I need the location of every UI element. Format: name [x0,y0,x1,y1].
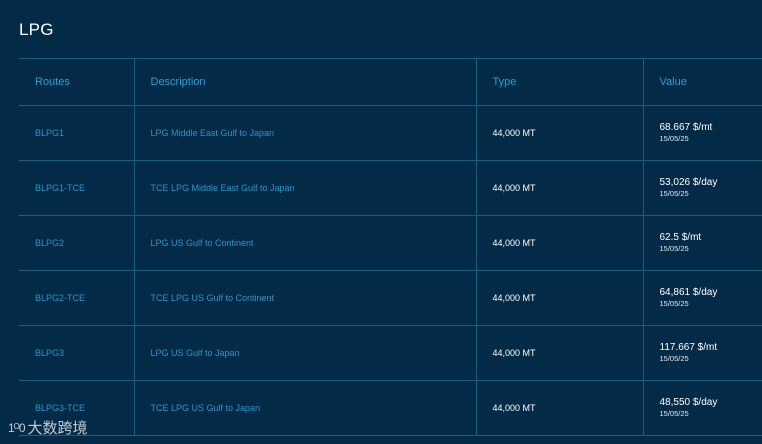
route-description[interactable]: LPG US Gulf to Continent [133,215,477,271]
table-row: BLPG1 LPG Middle East Gulf to Japan 44,0… [19,105,762,161]
route-value-date: 15/05/25 [659,299,689,308]
page-title: LPG [19,20,54,39]
column-header-description[interactable]: Description [133,58,477,106]
route-value-date: 15/05/25 [659,189,689,198]
route-type: 44,000 MT [475,325,644,381]
route-value: 48,550 $/day [659,397,718,408]
table-header-row: Routes Description Type Value [19,58,762,106]
route-type: 44,000 MT [475,105,644,161]
table-row: BLPG2 LPG US Gulf to Continent 44,000 MT… [19,215,762,271]
route-value: 64,861 $/day [659,287,718,298]
route-value-cell: 68.667 $/mt 15/05/25 [642,105,762,161]
route-value: 53,026 $/day [659,177,718,188]
route-description[interactable]: TCE LPG Middle East Gulf to Japan [133,160,477,216]
route-code[interactable]: BLPG2-TCE [19,270,135,326]
route-code[interactable]: BLPG1-TCE [19,160,135,216]
route-type: 44,000 MT [475,160,644,216]
route-code[interactable]: BLPG3 [19,325,135,381]
routes-table: Routes Description Type Value BLPG1 LPG … [19,58,762,436]
route-code[interactable]: BLPG1 [19,105,135,161]
route-code[interactable]: BLPG2 [19,215,135,271]
table-row: BLPG2-TCE TCE LPG US Gulf to Continent 4… [19,270,762,326]
route-description[interactable]: LPG US Gulf to Japan [133,325,477,381]
route-value-date: 15/05/25 [659,244,689,253]
column-header-routes[interactable]: Routes [19,58,135,106]
route-value: 68.667 $/mt [659,122,713,133]
route-value: 117.667 $/mt [659,342,718,353]
route-value-cell: 53,026 $/day 15/05/25 [642,160,762,216]
route-value-date: 15/05/25 [659,354,689,363]
route-description[interactable]: TCE LPG US Gulf to Continent [133,270,477,326]
table-row: BLPG3-TCE TCE LPG US Gulf to Japan 44,00… [19,380,762,436]
watermark: 1ᴼ0 大数跨境 [8,417,88,438]
route-type: 44,000 MT [475,270,644,326]
table-row: BLPG3 LPG US Gulf to Japan 44,000 MT 117… [19,325,762,381]
page: LPG Routes Description Type Value BLPG1 … [0,0,762,444]
route-value-cell: 62.5 $/mt 15/05/25 [642,215,762,271]
route-value-date: 15/05/25 [659,409,689,418]
column-header-type[interactable]: Type [475,58,644,106]
watermark-text: 大数跨境 [27,420,88,437]
table-row: BLPG1-TCE TCE LPG Middle East Gulf to Ja… [19,160,762,216]
route-value-date: 15/05/25 [659,134,689,143]
route-type: 44,000 MT [475,215,644,271]
route-value: 62.5 $/mt [659,232,702,243]
route-description[interactable]: TCE LPG US Gulf to Japan [133,380,477,436]
route-value-cell: 48,550 $/day 15/05/25 [642,380,762,436]
route-value-cell: 64,861 $/day 15/05/25 [642,270,762,326]
route-value-cell: 117.667 $/mt 15/05/25 [642,325,762,381]
route-type: 44,000 MT [475,380,644,436]
route-description[interactable]: LPG Middle East Gulf to Japan [133,105,477,161]
watermark-logo-icon: 1ᴼ0 [8,420,25,435]
column-header-value[interactable]: Value [642,58,762,106]
